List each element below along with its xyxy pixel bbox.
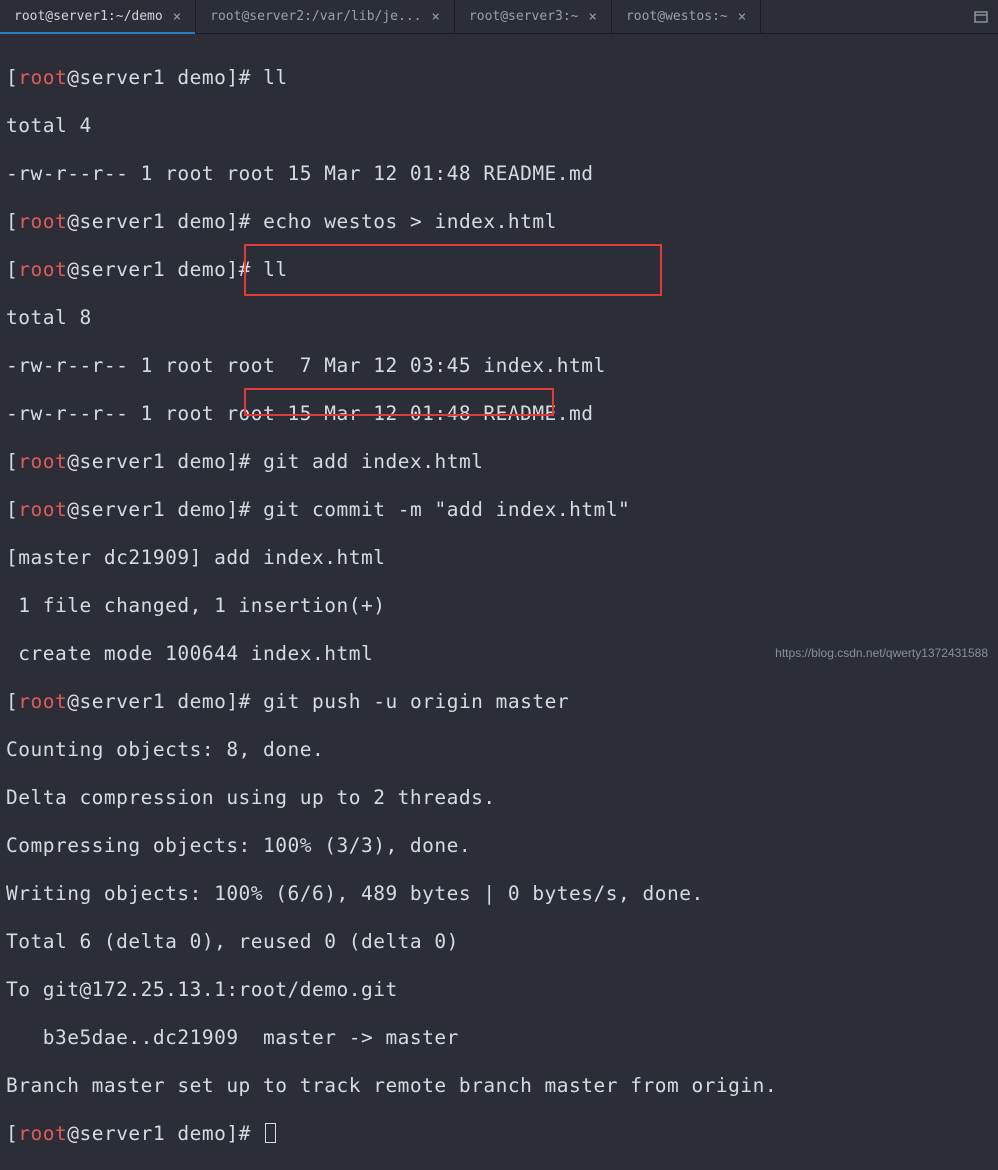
terminal-line: Total 6 (delta 0), reused 0 (delta 0) xyxy=(6,930,992,954)
tab-label: root@westos:~ xyxy=(626,9,728,24)
terminal-output[interactable]: [root@server1 demo]# ll total 4 -rw-r--r… xyxy=(0,34,998,1170)
terminal-line: [root@server1 demo]# git commit -m "add … xyxy=(6,498,992,522)
terminal-line: Compressing objects: 100% (3/3), done. xyxy=(6,834,992,858)
tab-label: root@server1:~/demo xyxy=(14,9,163,24)
terminal-line: [root@server1 demo]# echo westos > index… xyxy=(6,210,992,234)
tab-label: root@server2:/var/lib/je... xyxy=(210,9,421,24)
cursor xyxy=(265,1123,276,1143)
terminal-line: -rw-r--r-- 1 root root 15 Mar 12 01:48 R… xyxy=(6,162,992,186)
terminal-line: [root@server1 demo]# xyxy=(6,1122,992,1146)
terminal-line: Writing objects: 100% (6/6), 489 bytes |… xyxy=(6,882,992,906)
terminal-line: Delta compression using up to 2 threads. xyxy=(6,786,992,810)
terminal-line: b3e5dae..dc21909 master -> master xyxy=(6,1026,992,1050)
terminal-line: 1 file changed, 1 insertion(+) xyxy=(6,594,992,618)
tab-spacer xyxy=(761,0,964,33)
tab-server3[interactable]: root@server3:~ × xyxy=(455,0,612,33)
terminal-line: Counting objects: 8, done. xyxy=(6,738,992,762)
command: ll xyxy=(251,66,288,89)
terminal-line: [root@server1 demo]# ll xyxy=(6,258,992,282)
command: git push -u origin master xyxy=(251,690,569,713)
close-icon[interactable]: × xyxy=(431,9,439,25)
terminal-line: [root@server1 demo]# git add index.html xyxy=(6,450,992,474)
tab-label: root@server3:~ xyxy=(469,9,579,24)
close-icon[interactable]: × xyxy=(173,9,181,25)
terminal-line: [root@server1 demo]# git push -u origin … xyxy=(6,690,992,714)
tab-server2[interactable]: root@server2:/var/lib/je... × xyxy=(196,0,455,33)
command: git add index.html xyxy=(251,450,484,473)
terminal-line: total 4 xyxy=(6,114,992,138)
terminal-line: [master dc21909] add index.html xyxy=(6,546,992,570)
watermark: https://blog.csdn.net/qwerty1372431588 xyxy=(775,646,988,660)
terminal-line: -rw-r--r-- 1 root root 7 Mar 12 03:45 in… xyxy=(6,354,992,378)
tab-westos[interactable]: root@westos:~ × xyxy=(612,0,761,33)
tab-bar: root@server1:~/demo × root@server2:/var/… xyxy=(0,0,998,34)
command: git commit -m "add index.html" xyxy=(251,498,630,521)
terminal-line: [root@server1 demo]# ll xyxy=(6,66,992,90)
tab-server1[interactable]: root@server1:~/demo × xyxy=(0,0,196,33)
close-icon[interactable]: × xyxy=(589,9,597,25)
close-icon[interactable]: × xyxy=(738,9,746,25)
new-tab-icon[interactable] xyxy=(964,0,998,33)
command: ll xyxy=(251,258,288,281)
terminal-line: total 8 xyxy=(6,306,992,330)
command: echo westos > index.html xyxy=(251,210,557,233)
terminal-line: To git@172.25.13.1:root/demo.git xyxy=(6,978,992,1002)
terminal-line: Branch master set up to track remote bra… xyxy=(6,1074,992,1098)
terminal-line: -rw-r--r-- 1 root root 15 Mar 12 01:48 R… xyxy=(6,402,992,426)
command xyxy=(251,1122,263,1145)
